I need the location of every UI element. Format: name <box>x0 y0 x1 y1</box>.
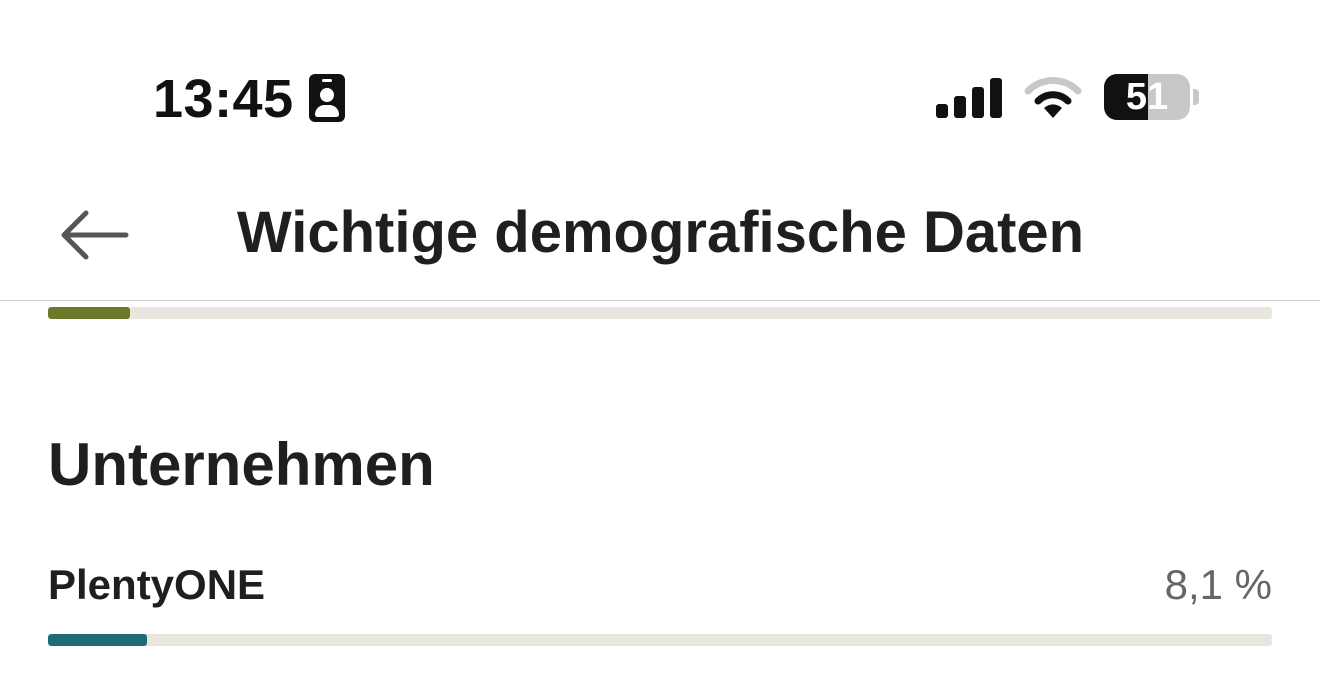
cellular-signal-icon <box>936 76 1004 118</box>
company-label: PlentyONE <box>48 561 266 608</box>
wifi-icon <box>1024 77 1082 118</box>
status-time: 13:45 <box>153 69 294 129</box>
previous-progress-fill <box>48 307 130 319</box>
battery-level: 51 <box>1125 76 1169 118</box>
battery-icon: 51 <box>1104 74 1200 120</box>
back-arrow-icon[interactable] <box>60 208 130 262</box>
company-progress-fill <box>48 634 148 646</box>
company-percentage: 8,1 % <box>1164 561 1272 608</box>
section-title: Unternehmen <box>48 431 435 498</box>
screen: 13:45 51 Wichtige demografische Daten Un… <box>0 0 1320 685</box>
page-title: Wichtige demografische Daten <box>237 200 1085 265</box>
id-card-icon <box>309 74 345 122</box>
company-progress-track <box>48 634 1272 646</box>
previous-progress-track <box>48 307 1272 319</box>
header-divider <box>0 300 1320 301</box>
